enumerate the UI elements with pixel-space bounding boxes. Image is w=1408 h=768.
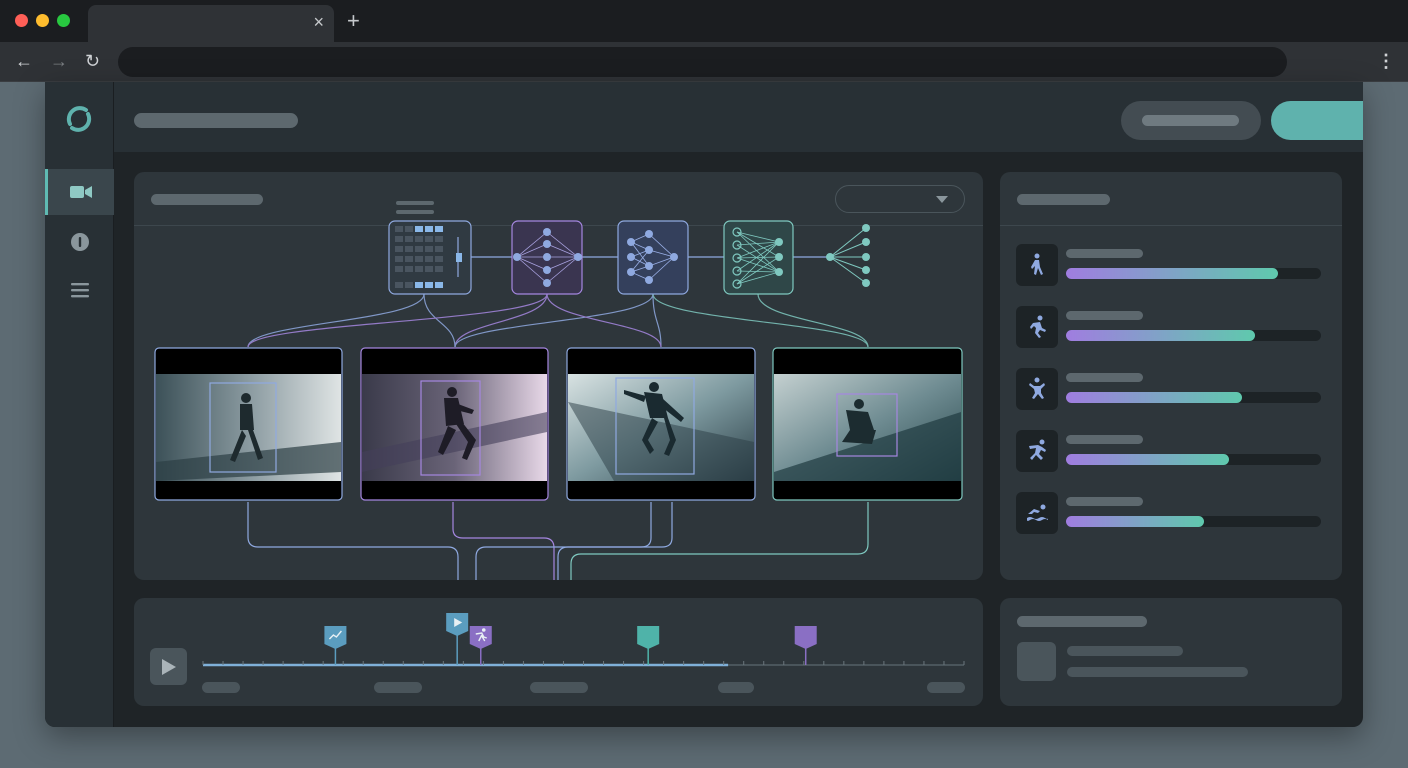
app-window — [45, 82, 1363, 727]
output-fanout-icon[interactable] — [826, 224, 870, 287]
confidence-bar — [1066, 516, 1321, 527]
browser-menu-icon[interactable]: ⋮ — [1377, 51, 1395, 71]
timeline-label-placeholder — [927, 682, 965, 693]
card-divider — [1000, 225, 1342, 226]
neural-network-icon-2[interactable] — [617, 220, 689, 295]
activity-label-placeholder — [1066, 497, 1143, 506]
video-frame-1[interactable] — [154, 347, 343, 501]
reload-icon[interactable]: ↻ — [85, 51, 100, 71]
info-line-1 — [1067, 646, 1183, 656]
timeline-scrubber[interactable] — [134, 598, 983, 706]
marker-icon[interactable] — [794, 626, 817, 649]
app-logo-icon — [66, 106, 92, 132]
browser-toolbar: ← → ↻ ⋮ — [0, 42, 1408, 82]
maximize-window-dot[interactable] — [57, 14, 70, 27]
activity-card-title-placeholder — [1017, 194, 1110, 205]
sprinting-person-icon — [1029, 439, 1046, 460]
activity-row[interactable] — [1016, 306, 1322, 350]
menu-list-icon — [70, 283, 89, 298]
activity-icon-wrap — [1016, 492, 1058, 534]
close-window-dot[interactable] — [15, 14, 28, 27]
new-tab-icon[interactable]: + — [347, 10, 360, 32]
secondary-button-label-placeholder — [1142, 115, 1239, 126]
confidence-bar — [1066, 454, 1321, 465]
thumbnail-placeholder — [1017, 642, 1056, 681]
activity-row[interactable] — [1016, 244, 1322, 288]
page-title-placeholder — [134, 113, 298, 128]
info-line-2 — [1067, 667, 1248, 677]
primary-button[interactable] — [1271, 101, 1363, 140]
trend-icon[interactable] — [324, 626, 347, 649]
confidence-bar — [1066, 268, 1321, 279]
forward-icon[interactable]: → — [50, 51, 68, 71]
video-frame-3[interactable] — [566, 347, 756, 501]
browser-tab[interactable]: × — [88, 5, 334, 42]
back-icon[interactable]: ← — [15, 51, 33, 71]
confidence-bar — [1066, 392, 1321, 403]
video-camera-icon — [70, 186, 92, 198]
video-frame-4[interactable] — [772, 347, 963, 501]
play-marker-icon[interactable] — [446, 613, 469, 636]
info-card-title-placeholder — [1017, 616, 1147, 627]
feature-grid-icon[interactable] — [388, 220, 472, 295]
timeline-card — [134, 598, 983, 706]
confidence-bar — [1066, 330, 1321, 341]
activity-label-placeholder — [1066, 311, 1143, 320]
timeline-label-placeholder — [718, 682, 754, 693]
confidence-fill — [1066, 330, 1255, 341]
secondary-button[interactable] — [1121, 101, 1261, 140]
confidence-fill — [1066, 516, 1204, 527]
timeline-label-placeholder — [374, 682, 422, 693]
browser-tabstrip: × + — [0, 0, 1408, 42]
pipeline-card — [134, 172, 983, 580]
pipeline-diagram — [154, 201, 963, 580]
activity-row[interactable] — [1016, 430, 1322, 474]
activity-icon-wrap — [1016, 244, 1058, 286]
video-frame-2[interactable] — [360, 347, 549, 501]
timeline-label-placeholder — [530, 682, 588, 693]
swimming-person-icon — [1027, 504, 1048, 521]
jumping-person-icon — [1029, 377, 1045, 399]
confidence-fill — [1066, 454, 1230, 465]
running-person-icon — [1030, 315, 1046, 338]
activity-label-placeholder — [1066, 435, 1143, 444]
minimize-window-dot[interactable] — [36, 14, 49, 27]
top-bar — [114, 82, 1363, 152]
activity-row[interactable] — [1016, 492, 1322, 536]
marker-icon[interactable] — [637, 626, 660, 649]
activity-icon-wrap — [1016, 430, 1058, 472]
activity-card — [1000, 172, 1342, 580]
sidebar — [45, 82, 114, 727]
confidence-fill — [1066, 268, 1278, 279]
info-card — [1000, 598, 1342, 706]
activity-row[interactable] — [1016, 368, 1322, 412]
sidebar-item-info[interactable] — [45, 219, 114, 265]
walking-person-icon — [1031, 253, 1043, 275]
info-icon — [70, 233, 89, 251]
activity-label-placeholder — [1066, 249, 1143, 258]
runner-icon[interactable] — [469, 626, 492, 649]
tab-close-icon[interactable]: × — [313, 13, 324, 31]
activity-icon-wrap — [1016, 368, 1058, 410]
confidence-fill — [1066, 392, 1242, 403]
timeline-label-placeholder — [202, 682, 240, 693]
dense-network-icon[interactable] — [723, 220, 794, 295]
activity-icon-wrap — [1016, 306, 1058, 348]
sidebar-item-list[interactable] — [45, 267, 114, 313]
neural-network-icon[interactable] — [511, 220, 583, 295]
address-bar[interactable] — [118, 47, 1287, 77]
sidebar-item-video[interactable] — [45, 169, 114, 215]
activity-label-placeholder — [1066, 373, 1143, 382]
